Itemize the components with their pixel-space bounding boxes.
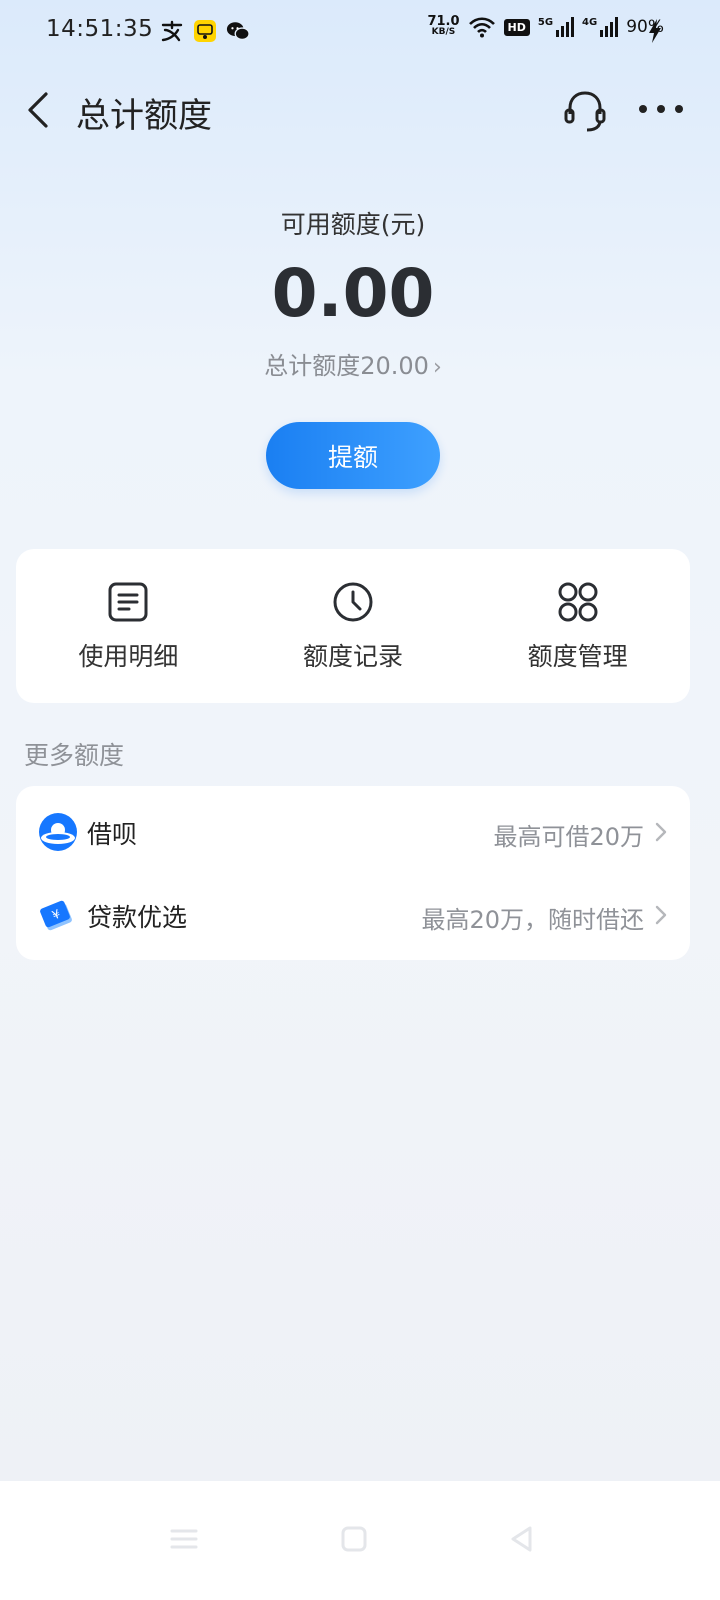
grid-icon bbox=[558, 582, 598, 622]
alipay-notification-icon bbox=[160, 19, 184, 43]
jiebei-icon bbox=[39, 813, 77, 851]
action-limit-management[interactable]: 额度管理 bbox=[465, 549, 690, 703]
clock-icon bbox=[333, 582, 373, 622]
chevron-right-icon bbox=[655, 822, 667, 842]
available-limit-amount: 0.00 bbox=[271, 255, 435, 332]
list-item-title: 贷款优选 bbox=[87, 903, 188, 932]
action-label: 额度管理 bbox=[527, 642, 628, 671]
list-item-desc: 最高可借20万 bbox=[493, 823, 644, 851]
chevron-right-icon: › bbox=[432, 355, 442, 380]
total-limit-link[interactable]: 总计额度20.00 › bbox=[0, 346, 706, 381]
xianyu-app-icon bbox=[193, 19, 217, 43]
raise-limit-button[interactable]: 提额 bbox=[266, 422, 440, 489]
system-nav-bar bbox=[0, 1481, 720, 1600]
customer-service-icon[interactable] bbox=[562, 88, 608, 134]
list-item-loan-select[interactable]: ¥ 贷款优选 最高20万，随时借还 bbox=[16, 873, 690, 957]
back-icon[interactable] bbox=[24, 90, 54, 130]
status-right: 71.0 KB/S HD 5G 4G 90% bbox=[427, 14, 664, 38]
more-icon[interactable] bbox=[636, 96, 686, 122]
page-title: 总计额度 bbox=[76, 96, 212, 136]
back-nav-icon[interactable] bbox=[506, 1523, 538, 1555]
net-speed: 71.0 KB/S bbox=[427, 14, 460, 37]
action-label: 使用明细 bbox=[78, 642, 179, 671]
wifi-icon bbox=[468, 17, 495, 38]
action-limit-records[interactable]: 额度记录 bbox=[241, 549, 466, 703]
list-item-desc: 最高20万，随时借还 bbox=[421, 906, 644, 934]
status-bar: 14:51:35 71.0 KB/S HD 5G 4G 90% bbox=[0, 0, 720, 64]
hd-badge: HD bbox=[503, 18, 530, 36]
home-nav-icon[interactable] bbox=[338, 1523, 370, 1555]
status-time: 14:51:35 bbox=[46, 16, 154, 42]
quick-actions-card: 使用明细 额度记录 额度管理 bbox=[16, 549, 690, 703]
header: 总计额度 bbox=[0, 70, 720, 150]
chevron-right-icon bbox=[655, 905, 667, 925]
list-item-jiebei[interactable]: 借呗 最高可借20万 bbox=[16, 790, 690, 874]
action-label: 额度记录 bbox=[303, 642, 404, 671]
loan-ticket-icon: ¥ bbox=[40, 900, 72, 931]
more-credit-card: 借呗 最高可借20万 ¥ 贷款优选 最高20万，随时借还 bbox=[16, 786, 690, 960]
action-usage-details[interactable]: 使用明细 bbox=[16, 549, 241, 703]
total-limit-text: 总计额度20.00 bbox=[264, 352, 429, 380]
more-credit-title: 更多额度 bbox=[24, 741, 125, 770]
signal-4g-icon: 4G bbox=[582, 17, 619, 37]
signal-5g-icon: 5G bbox=[538, 17, 575, 37]
list-doc-icon bbox=[108, 582, 148, 622]
menu-nav-icon[interactable] bbox=[168, 1523, 200, 1555]
wechat-icon bbox=[226, 19, 250, 43]
charging-icon bbox=[649, 19, 661, 43]
list-item-title: 借呗 bbox=[87, 820, 138, 849]
available-limit-label: 可用额度(元) bbox=[280, 210, 426, 239]
